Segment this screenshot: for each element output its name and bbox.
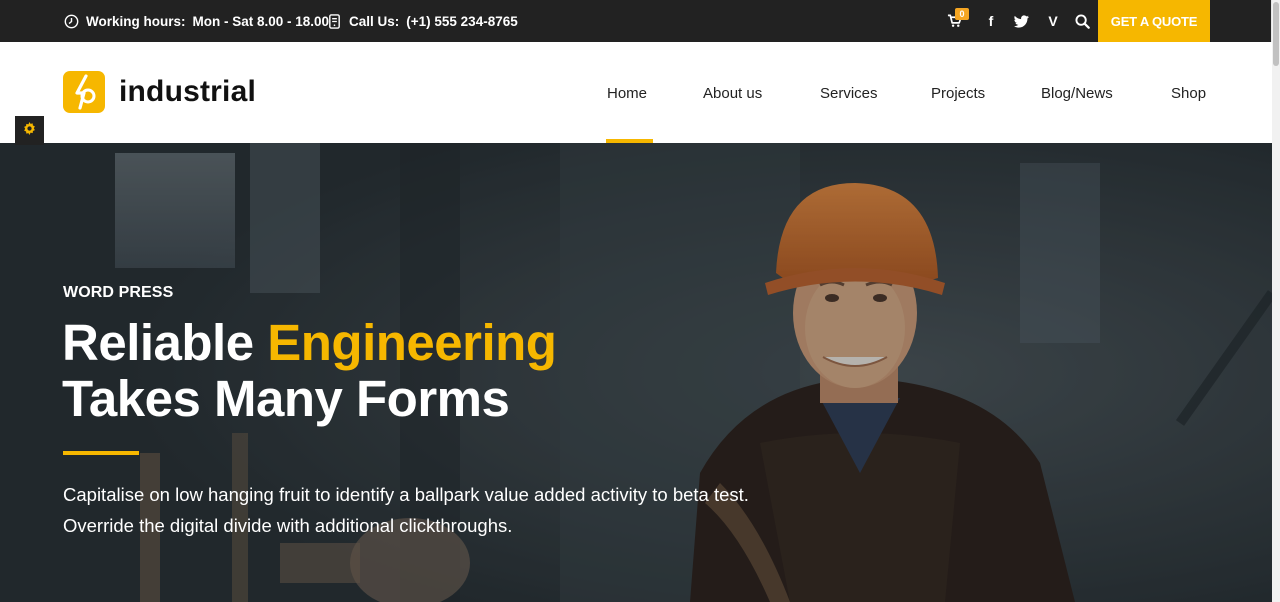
- nav-shop[interactable]: Shop: [1171, 84, 1206, 104]
- page-scrollbar[interactable]: [1271, 0, 1280, 602]
- settings-gear-button[interactable]: [15, 116, 44, 145]
- working-hours-label: Working hours:: [86, 13, 186, 29]
- hero-divider: [63, 451, 139, 455]
- hero-eyebrow: WORD PRESS: [63, 284, 174, 301]
- hero-paragraph-line1: Capitalise on low hanging fruit to ident…: [63, 484, 749, 505]
- hero-paragraph-line2: Override the digital divide with additio…: [63, 515, 513, 536]
- nav-blog-news[interactable]: Blog/News: [1041, 84, 1113, 104]
- working-hours: Working hours: Mon - Sat 8.00 - 18.00: [63, 0, 329, 42]
- logo-bolt-icon: [63, 71, 105, 113]
- nav-home[interactable]: Home: [607, 84, 647, 104]
- gear-icon: [23, 121, 36, 140]
- twitter-icon[interactable]: [1011, 0, 1031, 42]
- hero-banner: WORD PRESS Reliable Engineering Takes Ma…: [0, 143, 1272, 602]
- search-icon[interactable]: [1072, 0, 1092, 42]
- clock-icon: [63, 13, 79, 29]
- cart-icon[interactable]: [944, 0, 964, 42]
- hero-headline: Reliable Engineering Takes Many Forms: [62, 314, 557, 427]
- headline-highlight: Engineering: [267, 314, 557, 371]
- headline-line2: Takes Many Forms: [62, 370, 510, 427]
- nav-about-us[interactable]: About us: [703, 84, 762, 104]
- hero-paragraph: Capitalise on low hanging fruit to ident…: [63, 479, 883, 541]
- logo-text: industrial: [119, 75, 257, 108]
- cart-count-badge: 0: [955, 8, 969, 20]
- scrollbar-thumb[interactable]: [1273, 2, 1279, 66]
- phone-icon: [326, 13, 342, 29]
- working-hours-value: Mon - Sat 8.00 - 18.00: [192, 13, 330, 29]
- vine-icon[interactable]: V: [1043, 0, 1063, 42]
- nav-projects[interactable]: Projects: [931, 84, 985, 104]
- call-us-label: Call Us:: [349, 13, 400, 29]
- call-us: Call Us: (+1) 555 234-8765: [326, 0, 518, 42]
- headline-part1: Reliable: [62, 314, 268, 371]
- site-logo[interactable]: industrial: [63, 71, 256, 113]
- facebook-icon[interactable]: f: [981, 0, 1001, 42]
- main-header: industrial Home About us Services Projec…: [0, 42, 1272, 144]
- nav-services[interactable]: Services: [820, 84, 878, 104]
- top-bar: Working hours: Mon - Sat 8.00 - 18.00 Ca…: [0, 0, 1272, 42]
- get-a-quote-button[interactable]: GET A QUOTE: [1098, 0, 1210, 42]
- call-us-value[interactable]: (+1) 555 234-8765: [406, 14, 517, 29]
